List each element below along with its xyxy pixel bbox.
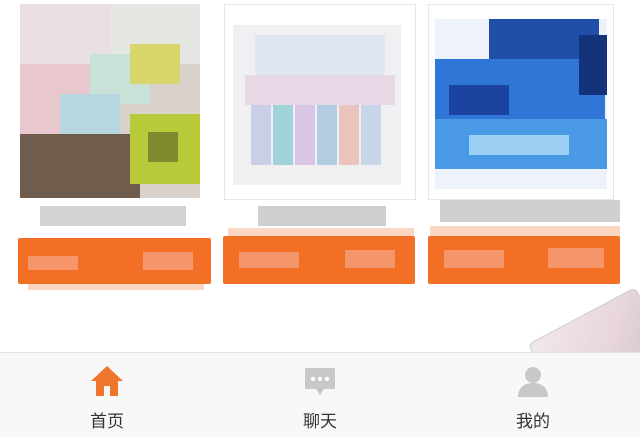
home-icon: [91, 366, 123, 396]
price-button-top-2: [228, 228, 414, 236]
tab-chat[interactable]: 聊天: [265, 353, 375, 438]
price-button-3[interactable]: [428, 236, 620, 284]
tab-home[interactable]: 首页: [52, 353, 162, 438]
user-icon: [518, 367, 548, 397]
tab-home-label: 首页: [90, 412, 124, 432]
product-title-1: [40, 206, 186, 226]
product-title-2: [258, 206, 386, 226]
price-button-2[interactable]: [223, 236, 415, 284]
price-button-1[interactable]: [18, 238, 211, 284]
product-image-2[interactable]: [224, 4, 416, 200]
product-title-3: [440, 200, 620, 222]
product-image-3[interactable]: [428, 4, 614, 200]
product-image-1[interactable]: [20, 4, 200, 198]
bottom-tab-bar: 首页 聊天 我的: [0, 352, 640, 437]
tab-mine[interactable]: 我的: [478, 353, 588, 438]
chat-bubble-icon: [305, 368, 335, 395]
tab-chat-label: 聊天: [303, 412, 337, 432]
price-button-top-3: [430, 226, 620, 236]
tab-mine-label: 我的: [516, 412, 550, 432]
price-button-shadow-1: [28, 284, 204, 290]
